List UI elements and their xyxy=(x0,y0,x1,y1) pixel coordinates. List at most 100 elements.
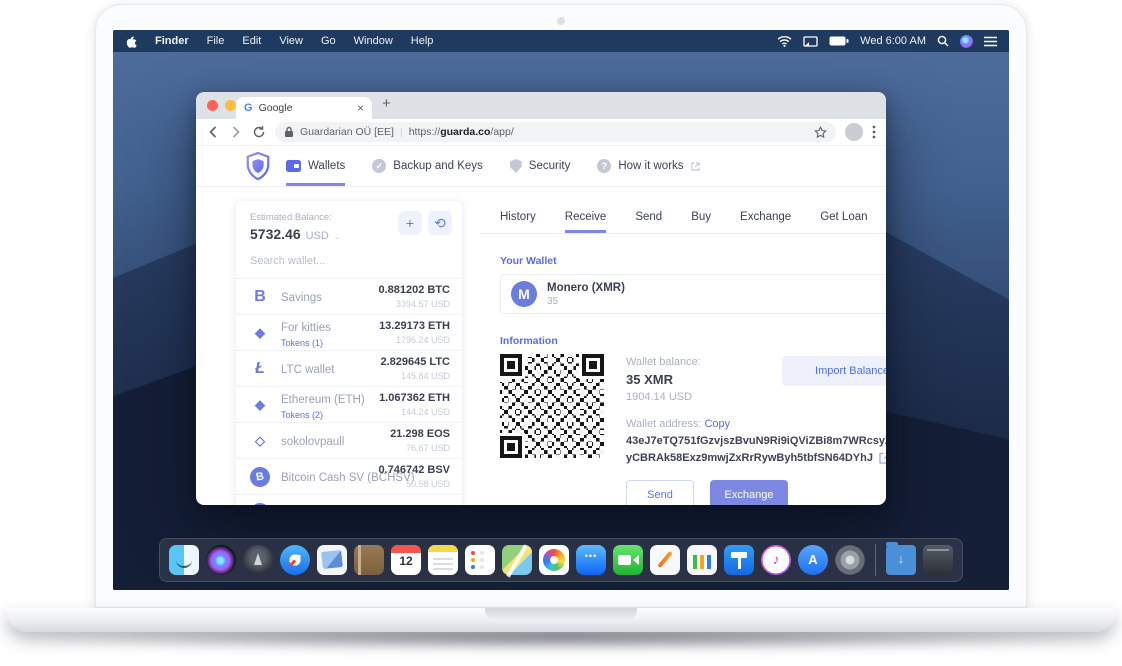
wallet-row-bchsv[interactable]: B Bitcoin Cash SV (BCHSV) 0.746742 BSV50… xyxy=(236,458,462,494)
menu-item-help[interactable]: Help xyxy=(411,35,434,47)
menu-app-name[interactable]: Finder xyxy=(155,35,189,47)
balance-currency[interactable]: USD xyxy=(306,230,329,242)
browser-profile-avatar[interactable] xyxy=(845,123,863,141)
photos-icon[interactable] xyxy=(539,545,569,575)
tab-get-loan[interactable]: Get Loan xyxy=(820,201,867,233)
send-button[interactable]: Send xyxy=(626,480,694,505)
copy-address-link[interactable]: Copy xyxy=(704,418,730,430)
ethereum-icon: ◆ xyxy=(248,397,272,413)
trash-icon[interactable] xyxy=(923,545,953,575)
bookmark-star-icon[interactable] xyxy=(814,126,827,139)
selected-wallet-dropdown[interactable]: M Monero (XMR) 35 xyxy=(500,274,886,314)
check-circle-icon: ✓ xyxy=(372,159,386,173)
nav-item-security[interactable]: Security xyxy=(510,146,571,186)
screen-mirroring-icon[interactable] xyxy=(803,36,818,47)
calendar-icon[interactable]: 12 xyxy=(391,545,421,575)
information-label: Information xyxy=(500,335,886,347)
reload-icon[interactable] xyxy=(252,125,266,139)
battery-icon[interactable] xyxy=(829,36,849,46)
estimated-balance-value: 5732.46 xyxy=(250,226,301,242)
wallet-row-partial[interactable]: B 2.555204 BTC xyxy=(236,494,462,505)
wallet-row-ethereum[interactable]: ◆ Ethereum (ETH)Tokens (2) 1.067362 ETH1… xyxy=(236,386,462,422)
wallet-row-eos[interactable]: ◇ sokolovpaull 21.298 EOS76.67 USD xyxy=(236,422,462,458)
menu-item-go[interactable]: Go xyxy=(321,35,336,47)
menu-item-view[interactable]: View xyxy=(279,35,303,47)
pages-icon[interactable] xyxy=(650,545,680,575)
menu-item-edit[interactable]: Edit xyxy=(242,35,261,47)
add-wallet-button[interactable]: + xyxy=(398,211,422,235)
finder-icon[interactable] xyxy=(169,545,199,575)
refresh-icon[interactable]: ⟲ xyxy=(428,211,452,235)
new-tab-button[interactable]: + xyxy=(382,95,391,112)
macos-dock: 12 xyxy=(159,538,963,582)
address-bar[interactable]: Guardarian OÜ [EE] | https://guarda.co/a… xyxy=(275,122,836,142)
import-balance-button[interactable]: Import Balance & T xyxy=(782,356,886,386)
tab-receive[interactable]: Receive xyxy=(565,201,607,233)
itunes-icon[interactable] xyxy=(761,545,791,575)
action-buttons: Send Exchange xyxy=(626,480,886,505)
numbers-icon[interactable] xyxy=(687,545,717,575)
external-link-icon xyxy=(691,162,700,171)
screen: Finder File Edit View Go Window Help xyxy=(113,30,1009,590)
tokens-link[interactable]: Tokens (1) xyxy=(281,338,370,348)
open-in-explorer-icon[interactable] xyxy=(879,452,886,464)
close-window-button[interactable] xyxy=(207,100,218,111)
wallet-address-line2: yCBRAk58Exz9mwjZxRrRywByh5tbfSN64DYhJ xyxy=(626,452,873,464)
system-preferences-icon[interactable] xyxy=(835,545,865,575)
chevron-down-icon[interactable]: ⌄ xyxy=(334,232,341,241)
menu-bar-clock[interactable]: Wed 6:00 AM xyxy=(860,35,926,47)
downloads-folder-icon[interactable] xyxy=(886,545,916,575)
spotlight-search-icon[interactable] xyxy=(937,35,949,47)
facetime-icon[interactable] xyxy=(613,545,643,575)
minimize-window-button[interactable] xyxy=(225,100,236,111)
nav-item-wallets[interactable]: Wallets xyxy=(286,146,345,186)
notes-icon[interactable] xyxy=(428,545,458,575)
qr-finder-pattern xyxy=(500,436,522,458)
menu-item-file[interactable]: File xyxy=(207,35,225,47)
guarda-logo[interactable] xyxy=(244,151,272,183)
nav-item-backup-and-keys[interactable]: ✓ Backup and Keys xyxy=(372,146,483,186)
keynote-icon[interactable] xyxy=(724,545,754,575)
app-nav: Wallets ✓ Backup and Keys Security xyxy=(286,146,700,186)
back-icon[interactable] xyxy=(206,125,220,139)
laptop-lid-notch xyxy=(485,608,637,619)
bitcoin-sv-icon: B xyxy=(248,467,272,487)
tab-send[interactable]: Send xyxy=(635,201,662,233)
launchpad-icon[interactable] xyxy=(243,545,273,575)
tab-title: Google xyxy=(259,102,351,114)
browser-tab[interactable]: G Google × xyxy=(236,97,372,119)
messages-icon[interactable] xyxy=(576,545,606,575)
siri-icon[interactable] xyxy=(960,35,973,48)
contacts-icon[interactable] xyxy=(354,545,384,575)
safari-icon[interactable] xyxy=(280,545,310,575)
mail-icon[interactable] xyxy=(317,545,347,575)
tab-buy[interactable]: Buy xyxy=(691,201,711,233)
siri-dock-icon[interactable] xyxy=(206,545,236,575)
nav-item-how-it-works[interactable]: ? How it works xyxy=(597,146,699,186)
wallet-row-ltc[interactable]: Ł LTC wallet 2.829645 LTC145.84 USD xyxy=(236,350,462,386)
reminders-icon[interactable] xyxy=(465,545,495,575)
tab-close-icon[interactable]: × xyxy=(357,101,364,115)
wallet-row-savings[interactable]: B Savings 0.881202 BTC3394.57 USD xyxy=(236,278,462,314)
browser-menu-icon[interactable] xyxy=(872,125,876,139)
menu-item-window[interactable]: Window xyxy=(354,35,393,47)
laptop-mockup: Finder File Edit View Go Window Help xyxy=(0,0,1122,666)
monero-icon: M xyxy=(511,281,537,307)
apple-logo-icon[interactable] xyxy=(125,34,137,48)
notification-center-icon[interactable] xyxy=(984,36,997,47)
wallet-sidebar: Estimated Balance: 5732.46 USD ⌄ + ⟲ xyxy=(236,201,462,505)
tab-history[interactable]: History xyxy=(500,201,536,233)
wallet-balance-usd: 1904.14 USD xyxy=(626,391,886,403)
wifi-icon[interactable] xyxy=(777,35,792,47)
wallet-icon xyxy=(286,160,301,172)
search-wallet-input[interactable] xyxy=(250,255,448,267)
maps-icon[interactable] xyxy=(502,545,532,575)
exchange-button[interactable]: Exchange xyxy=(710,480,788,505)
app-store-icon[interactable] xyxy=(798,545,828,575)
browser-tab-strip: G Google × + xyxy=(196,92,886,119)
tab-exchange[interactable]: Exchange xyxy=(740,201,791,233)
wallet-row-for-kitties[interactable]: ◆ For kittiesTokens (1) 13.29173 ETH1796… xyxy=(236,314,462,350)
forward-icon[interactable] xyxy=(229,125,243,139)
ev-certificate-name: Guardarian OÜ [EE] xyxy=(300,126,394,138)
tokens-link[interactable]: Tokens (2) xyxy=(281,410,370,420)
